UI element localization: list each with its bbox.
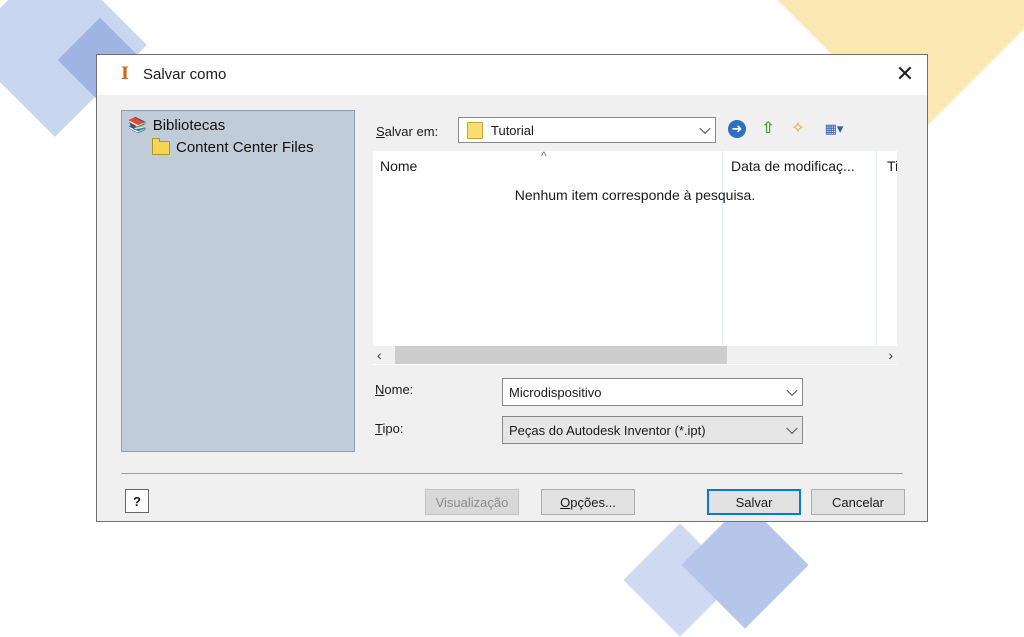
save-button[interactable]: Salvar (707, 489, 801, 515)
up-folder-icon[interactable]: ⇧ (757, 119, 779, 139)
file-list[interactable]: Nome Data de modificaç... Ti ^ Nenhum it… (373, 151, 897, 365)
close-icon[interactable]: ✕ (893, 61, 917, 87)
library-icon: 📚 (128, 116, 147, 134)
file-type-value: Peças do Autodesk Inventor (*.ipt) (509, 422, 706, 438)
column-header-name[interactable]: Nome (380, 151, 720, 179)
file-type-dropdown[interactable]: Peças do Autodesk Inventor (*.ipt) (502, 416, 803, 444)
column-header-date[interactable]: Data de modificaç... (731, 151, 881, 179)
file-type-label: Tipo: (375, 421, 404, 436)
chevron-down-icon (699, 122, 711, 135)
folder-icon (467, 121, 483, 139)
library-item-content-center[interactable]: Content Center Files (152, 137, 314, 156)
column-separator (876, 151, 877, 345)
new-folder-icon[interactable]: ✧ (787, 119, 809, 139)
library-item-label: Content Center Files (176, 139, 314, 156)
empty-list-message: Nenhum item corresponde à pesquisa. (514, 187, 756, 203)
libraries-pane: 📚 Bibliotecas Content Center Files (121, 110, 355, 452)
dialog-title: Salvar como (143, 66, 227, 83)
save-as-dialog: I Salvar como ✕ 📚 Bibliotecas Content Ce… (96, 54, 928, 522)
scrollbar-thumb[interactable] (395, 346, 727, 364)
views-menu-icon[interactable]: ▦▾ (817, 119, 851, 139)
library-root-label: Bibliotecas (152, 117, 226, 134)
sort-ascending-icon: ^ (541, 151, 547, 163)
chevron-down-icon[interactable] (786, 384, 798, 397)
library-root-item[interactable]: 📚 Bibliotecas (128, 117, 225, 134)
scroll-right-icon[interactable]: › (881, 346, 893, 364)
inventor-app-icon: I (121, 64, 129, 84)
back-arrow-icon[interactable]: ➜ (727, 119, 747, 139)
options-button[interactable]: Opções... (541, 489, 635, 515)
file-name-label: Nome: (375, 382, 414, 397)
title-bar: I Salvar como ✕ (97, 55, 927, 95)
file-name-input[interactable]: Microdispositivo (502, 378, 803, 406)
scroll-left-icon[interactable]: ‹ (377, 346, 389, 364)
save-in-label: Salvar em: (376, 124, 439, 139)
column-separator (722, 151, 723, 345)
footer-divider (121, 473, 903, 474)
chevron-down-icon (786, 422, 798, 435)
preview-button[interactable]: Visualização (425, 489, 519, 515)
cancel-button[interactable]: Cancelar (811, 489, 905, 515)
horizontal-scrollbar[interactable]: ‹ › (373, 346, 897, 364)
save-in-dropdown[interactable]: Tutorial (458, 117, 716, 143)
save-in-value: Tutorial (491, 122, 534, 138)
column-header-type[interactable]: Ti (887, 151, 897, 179)
folder-icon (152, 137, 170, 155)
file-name-value: Microdispositivo (509, 384, 602, 400)
help-icon[interactable]: ? (125, 489, 149, 513)
